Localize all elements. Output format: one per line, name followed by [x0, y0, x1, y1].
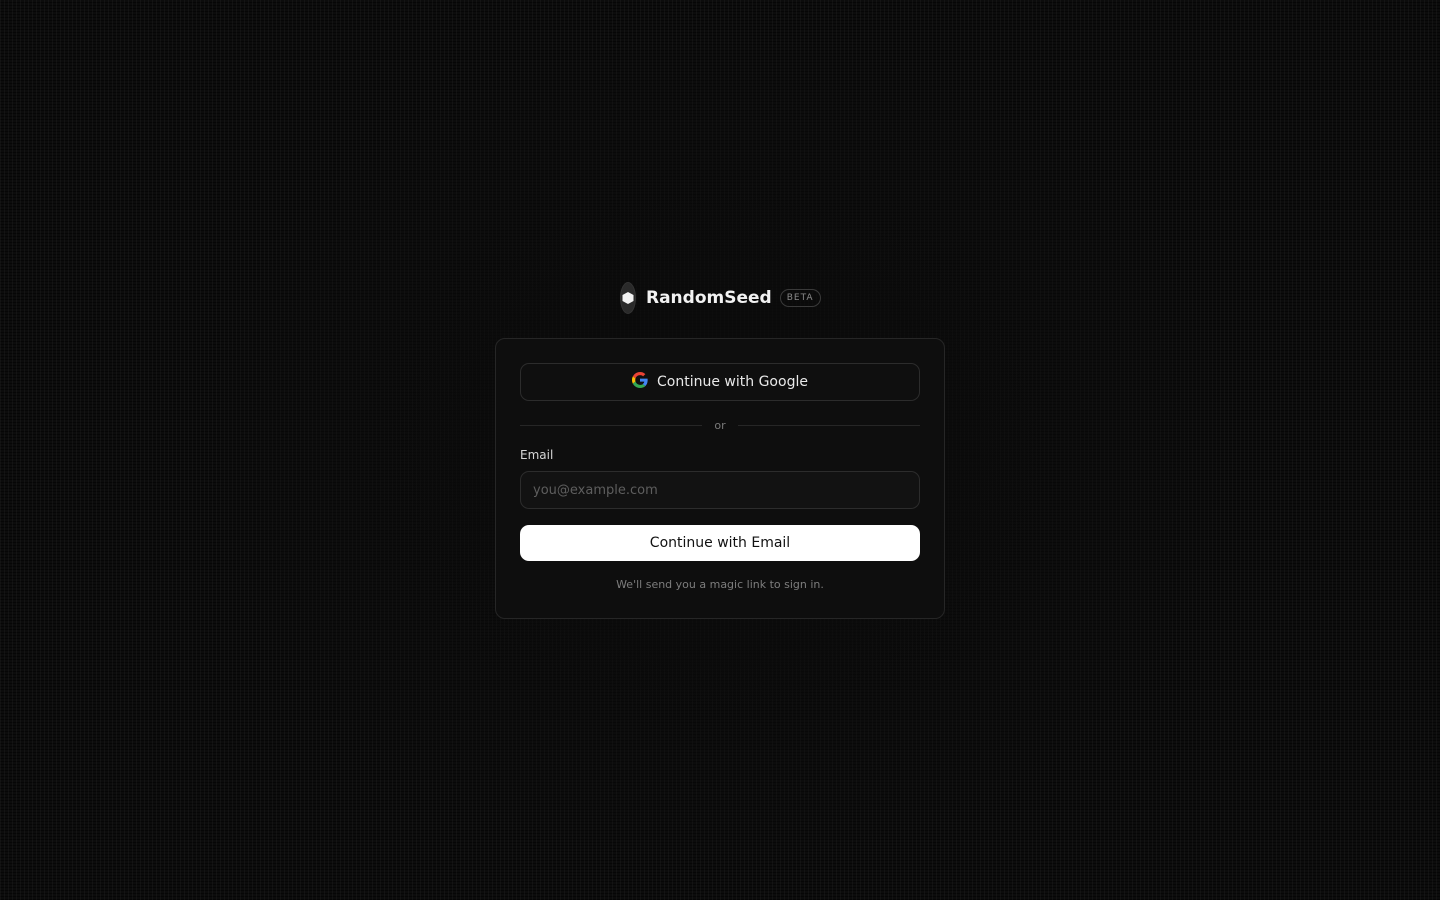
- sign-in-page: RandomSeed BETA Continue with Google or …: [0, 0, 1440, 900]
- google-icon: [632, 372, 648, 392]
- brand-name: RandomSeed: [646, 288, 772, 308]
- divider-line-right: [737, 424, 921, 426]
- divider-text: or: [714, 418, 726, 432]
- continue-with-google-button[interactable]: Continue with Google: [520, 363, 920, 401]
- hexagon-icon: [620, 282, 636, 314]
- divider-line-left: [520, 424, 703, 426]
- beta-badge: BETA: [779, 289, 821, 307]
- google-button-label: Continue with Google: [657, 374, 808, 390]
- email-label: Email: [520, 448, 554, 462]
- sign-in-card: Continue with Google or Email Continue w…: [495, 338, 945, 619]
- or-divider: or: [520, 417, 921, 433]
- continue-with-email-button[interactable]: Continue with Email: [520, 525, 920, 561]
- magic-link-hint: We'll send you a magic link to sign in.: [616, 578, 824, 591]
- email-input[interactable]: [520, 471, 920, 509]
- brand-header: RandomSeed BETA: [620, 282, 821, 314]
